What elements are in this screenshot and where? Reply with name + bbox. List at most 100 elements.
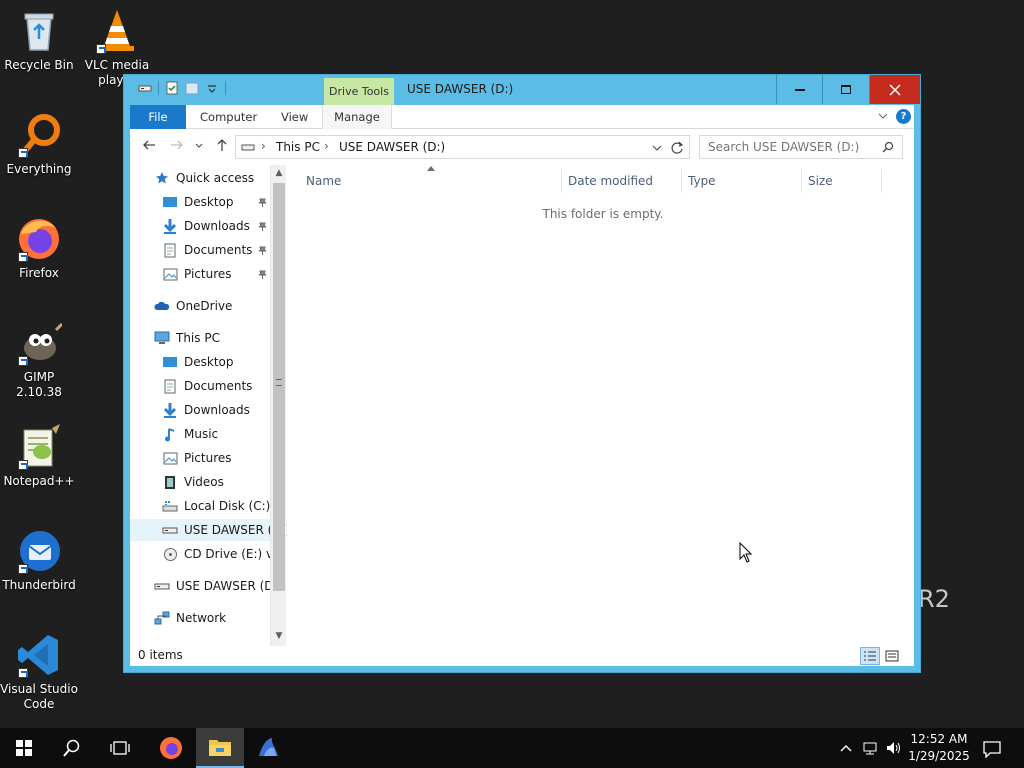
- tab-computer[interactable]: Computer: [188, 105, 269, 129]
- address-bar[interactable]: › This PC › USE DAWSER (D:): [235, 135, 690, 159]
- drive-tools-contextual-tab[interactable]: Drive Tools: [324, 78, 394, 105]
- taskbar-search-button[interactable]: [48, 728, 96, 768]
- sidebar-item-qa-documents[interactable]: Documents: [162, 239, 270, 261]
- toolbar-separator: [225, 81, 226, 95]
- tab-file[interactable]: File: [130, 105, 186, 129]
- task-view-icon: [110, 741, 130, 755]
- help-button[interactable]: ?: [896, 109, 911, 124]
- pin-icon[interactable]: [258, 270, 267, 279]
- forward-button[interactable]: [168, 138, 186, 156]
- tab-manage[interactable]: Manage: [322, 105, 392, 129]
- expand-ribbon-chevron-icon[interactable]: [878, 111, 888, 121]
- search-box[interactable]: [699, 135, 903, 159]
- chevron-down-icon: [195, 143, 203, 148]
- sidebar-item-pc-downloads[interactable]: Downloads: [162, 399, 270, 421]
- windows-drive-icon: [162, 498, 178, 514]
- taskbar-firefox[interactable]: [147, 728, 195, 768]
- shortcut-arrow-icon: [18, 148, 28, 158]
- column-header-name[interactable]: Name: [300, 169, 562, 193]
- sidebar-item-label: This PC: [176, 331, 220, 345]
- mouse-cursor-icon: [739, 542, 753, 563]
- scrollbar-thumb[interactable]: [273, 183, 285, 591]
- close-button[interactable]: [869, 75, 920, 104]
- desktop-icon-recycle-bin[interactable]: Recycle Bin: [0, 8, 78, 73]
- close-icon: [889, 83, 901, 96]
- details-view-button[interactable]: [860, 647, 880, 665]
- volume-icon[interactable]: [886, 740, 902, 756]
- maximize-button[interactable]: [822, 75, 868, 104]
- shortcut-arrow-icon: [18, 460, 28, 470]
- sidebar-item-cd-drive-e[interactable]: CD Drive (E:) virt: [162, 543, 286, 565]
- desktop-folder-icon: [162, 354, 178, 370]
- breadcrumb-current-drive[interactable]: USE DAWSER (D:): [339, 140, 445, 154]
- sidebar-item-local-disk-c[interactable]: Local Disk (C:): [162, 495, 270, 517]
- sidebar-item-this-pc[interactable]: This PC: [154, 327, 274, 349]
- sidebar-item-pc-desktop[interactable]: Desktop: [162, 351, 270, 373]
- tab-view[interactable]: View: [269, 105, 320, 129]
- sidebar-item-onedrive[interactable]: OneDrive: [154, 295, 274, 317]
- search-icon[interactable]: [882, 141, 894, 153]
- pin-icon[interactable]: [258, 246, 267, 255]
- details-view-icon: [864, 651, 876, 661]
- large-icons-view-button[interactable]: [882, 647, 902, 665]
- refresh-icon[interactable]: [671, 141, 684, 154]
- clock-date: 1/29/2025: [908, 749, 970, 763]
- task-view-button[interactable]: [96, 728, 144, 768]
- scroll-down-arrow-icon[interactable]: ▼: [271, 628, 287, 644]
- pin-icon[interactable]: [258, 222, 267, 231]
- navigation-pane-scrollbar[interactable]: ▲ ▼: [270, 165, 286, 646]
- taskbar-app-bird[interactable]: [244, 728, 292, 768]
- sidebar-item-label: Pictures: [184, 451, 232, 465]
- sidebar-item-qa-pictures[interactable]: Pictures: [162, 263, 270, 285]
- file-list[interactable]: Name Date modified Type Size This folder…: [288, 165, 914, 646]
- pin-icon[interactable]: [258, 198, 267, 207]
- sidebar-item-quick-access[interactable]: Quick access: [154, 167, 274, 189]
- sidebar-item-pc-videos[interactable]: Videos: [162, 471, 270, 493]
- desktop-icon-firefox[interactable]: Firefox: [0, 216, 78, 281]
- sidebar-item-qa-downloads[interactable]: Downloads: [162, 215, 270, 237]
- taskbar-file-explorer[interactable]: [196, 728, 244, 768]
- desktop-icon-thunderbird[interactable]: Thunderbird: [0, 528, 78, 593]
- sidebar-item-pc-documents[interactable]: Documents: [162, 375, 270, 397]
- desktop-icon-label: Visual Studio Code: [0, 682, 78, 711]
- column-header-date-modified[interactable]: Date modified: [562, 169, 682, 193]
- desktop-icon-everything[interactable]: Everything: [0, 112, 78, 177]
- properties-icon[interactable]: [165, 81, 179, 95]
- column-header-size[interactable]: Size: [802, 169, 882, 193]
- large-icons-view-icon: [885, 650, 899, 662]
- maximize-icon: [840, 85, 851, 94]
- customize-toolbar-icon[interactable]: [205, 81, 219, 95]
- column-header-type[interactable]: Type: [682, 169, 802, 193]
- sidebar-item-label: Downloads: [184, 403, 250, 417]
- title-bar[interactable]: Drive Tools USE DAWSER (D:): [124, 75, 920, 105]
- scroll-up-arrow-icon[interactable]: ▲: [271, 165, 287, 181]
- sidebar-item-pc-pictures[interactable]: Pictures: [162, 447, 270, 469]
- downloads-arrow-icon: [162, 402, 178, 418]
- window-title: USE DAWSER (D:): [407, 82, 514, 96]
- address-dropdown-chevron-icon[interactable]: [652, 143, 662, 153]
- taskbar-clock[interactable]: 12:52 AM 1/29/2025: [905, 731, 973, 765]
- sidebar-item-network[interactable]: Network: [154, 607, 270, 629]
- start-button[interactable]: [0, 728, 48, 768]
- status-bar: 0 items: [130, 646, 914, 666]
- up-button[interactable]: [213, 138, 231, 156]
- sidebar-item-pc-music[interactable]: Music: [162, 423, 270, 445]
- sidebar-item-label: Desktop: [184, 355, 234, 369]
- action-center-notification-icon[interactable]: [983, 740, 1001, 758]
- sidebar-item-qa-desktop[interactable]: Desktop: [162, 191, 270, 213]
- sidebar-item-use-dawser-d-selected[interactable]: USE DAWSER (D:): [130, 519, 287, 541]
- new-folder-icon[interactable]: [185, 81, 199, 95]
- show-hidden-icons-chevron-icon[interactable]: [838, 740, 854, 756]
- network-tray-icon[interactable]: [862, 740, 878, 756]
- back-button[interactable]: [140, 138, 158, 156]
- desktop-icon-gimp[interactable]: GIMP 2.10.38: [0, 320, 78, 400]
- search-input[interactable]: [708, 137, 883, 157]
- sidebar-item-drive-d[interactable]: USE DAWSER (D:): [154, 575, 282, 597]
- recent-locations-button[interactable]: [193, 138, 205, 156]
- minimize-button[interactable]: [776, 75, 822, 104]
- desktop-icon-notepad-plus-plus[interactable]: Notepad++: [0, 424, 78, 489]
- network-icon: [154, 610, 170, 626]
- breadcrumb-this-pc[interactable]: This PC: [276, 140, 320, 154]
- desktop-icon-vscode[interactable]: Visual Studio Code: [0, 632, 78, 712]
- explorer-window[interactable]: Drive Tools USE DAWSER (D:) File Compute…: [123, 74, 921, 673]
